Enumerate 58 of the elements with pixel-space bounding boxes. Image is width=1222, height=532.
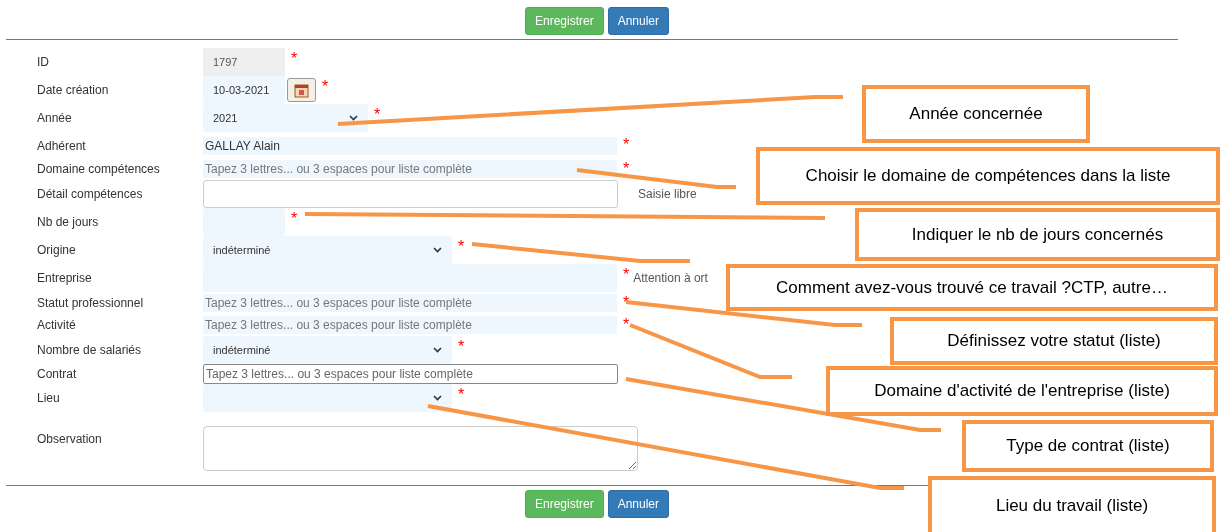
select-field[interactable]: indéterminé bbox=[203, 236, 452, 264]
select-field[interactable]: 2021 bbox=[203, 104, 368, 132]
required-asterisk: * bbox=[291, 210, 298, 228]
input-field[interactable]: 10-03-2021 bbox=[203, 76, 285, 104]
chevron-down-icon bbox=[349, 115, 358, 121]
required-asterisk: * bbox=[623, 266, 630, 284]
field-label: ID bbox=[37, 54, 50, 71]
input-field[interactable] bbox=[203, 180, 618, 208]
annotation-callout: Domaine d'activité de l'entreprise (liste) bbox=[826, 366, 1218, 416]
annotation-callout: Type de contrat (liste) bbox=[962, 420, 1214, 472]
field-label: Observation bbox=[37, 431, 103, 448]
cancel-button[interactable]: Annuler bbox=[607, 490, 670, 518]
field-label: Statut professionnel bbox=[37, 295, 145, 312]
field-label: Lieu bbox=[37, 390, 61, 407]
chevron-down-icon bbox=[433, 347, 442, 353]
input-field[interactable]: 1797 bbox=[203, 48, 285, 76]
annotation-callout: Comment avez-vous trouvé ce travail ?CTP, autre… bbox=[726, 264, 1218, 311]
cancel-button[interactable]: Annuler bbox=[607, 7, 670, 35]
input-field[interactable]: Tapez 3 lettres... ou 3 espaces pour liste complète bbox=[203, 364, 618, 384]
select-field[interactable] bbox=[203, 384, 452, 412]
annotation-callout: Indiquer le nb de jours concernés bbox=[855, 208, 1220, 261]
field-label: Adhérent bbox=[37, 138, 87, 155]
required-asterisk: * bbox=[458, 386, 465, 404]
input-field[interactable] bbox=[203, 208, 285, 236]
field-label: Entreprise bbox=[37, 270, 93, 287]
observation-field[interactable] bbox=[203, 426, 638, 471]
required-asterisk: * bbox=[458, 238, 465, 256]
annotation-callout: Définissez votre statut (liste) bbox=[890, 317, 1218, 365]
input-field[interactable]: Tapez 3 lettres... ou 3 espaces pour liste complète bbox=[203, 160, 617, 178]
input-field[interactable]: Tapez 3 lettres... ou 3 espaces pour liste complète bbox=[203, 294, 617, 312]
annotation-callout: Année concernée bbox=[862, 85, 1090, 143]
calendar-button[interactable] bbox=[287, 78, 316, 102]
field-label: Origine bbox=[37, 242, 77, 259]
required-asterisk: * bbox=[322, 78, 329, 96]
input-field[interactable]: Tapez 3 lettres... ou 3 espaces pour liste complète bbox=[203, 316, 617, 334]
required-asterisk: * bbox=[623, 316, 630, 334]
annotation-callout: Choisir le domaine de compétences dans la liste bbox=[756, 147, 1220, 205]
chevron-down-icon bbox=[433, 247, 442, 253]
field-label: Domaine compétences bbox=[37, 161, 161, 178]
field-label: Détail compétences bbox=[37, 186, 144, 203]
field-note: Attention à ort bbox=[633, 271, 708, 285]
field-note: Saisie libre bbox=[638, 187, 697, 201]
chevron-down-icon bbox=[433, 395, 442, 401]
field-label: Contrat bbox=[37, 366, 78, 383]
input-field[interactable]: GALLAY Alain bbox=[203, 137, 617, 155]
calendar-icon bbox=[293, 81, 310, 99]
required-asterisk: * bbox=[374, 106, 381, 124]
field-label: Année bbox=[37, 110, 73, 127]
required-asterisk: * bbox=[623, 160, 630, 178]
field-label: Activité bbox=[37, 317, 77, 334]
field-label: Nombre de salariés bbox=[37, 342, 143, 359]
field-label: Date création bbox=[37, 82, 110, 99]
required-asterisk: * bbox=[623, 136, 630, 154]
required-asterisk: * bbox=[458, 338, 465, 356]
field-label: Nb de jours bbox=[37, 214, 100, 231]
required-asterisk: * bbox=[291, 50, 298, 68]
select-field[interactable]: indéterminé bbox=[203, 336, 452, 364]
annotation-callout: Lieu du travail (liste) bbox=[928, 476, 1216, 532]
